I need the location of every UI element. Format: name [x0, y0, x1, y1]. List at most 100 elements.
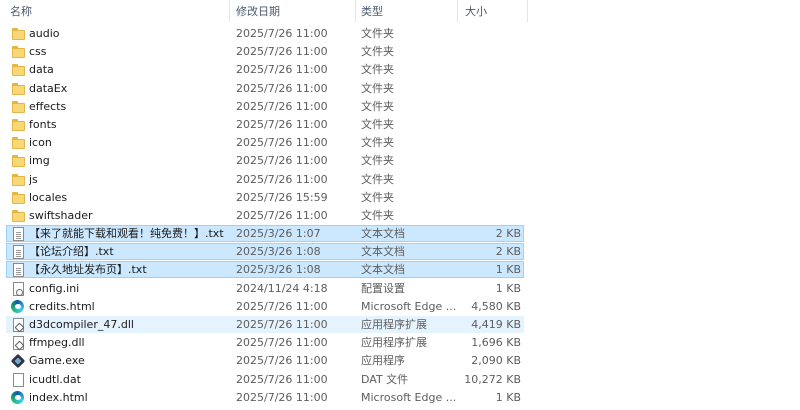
file-row[interactable]: swiftshader 2025/7/26 11:00 文件夹 [0, 207, 800, 225]
file-size [462, 116, 521, 134]
file-date: 2025/7/26 11:00 [236, 390, 328, 404]
file-type: 应用程序扩展 [361, 336, 427, 350]
file-name: credits.html [29, 299, 95, 313]
file-name: effects [29, 99, 67, 113]
file-row[interactable]: ffmpeg.dll 2025/7/26 11:00 应用程序扩展 1,696 KB [0, 334, 800, 352]
file-size [462, 80, 521, 98]
folder-icon [11, 154, 25, 168]
folder-icon [11, 118, 25, 132]
column-header-date[interactable]: 修改日期 [236, 3, 280, 21]
folder-icon [11, 45, 25, 59]
file-size [462, 152, 521, 170]
file-row[interactable]: audio 2025/7/26 11:00 文件夹 [0, 25, 800, 43]
file-row[interactable]: 【论坛介绍】.txt 2025/3/26 1:08 文本文档 2 KB [0, 243, 800, 261]
file-date: 2025/3/26 1:07 [236, 227, 321, 241]
file-row[interactable]: fonts 2025/7/26 11:00 文件夹 [0, 116, 800, 134]
column-header-size[interactable]: 大小 [465, 3, 487, 21]
file-name: swiftshader [29, 208, 93, 222]
file-name: config.ini [29, 281, 80, 295]
file-date: 2025/7/26 11:00 [236, 45, 328, 59]
column-divider[interactable] [355, 0, 356, 22]
file-row[interactable]: 【来了就能下载和观看！纯免费！】.txt 2025/3/26 1:07 文本文档 2 … [0, 225, 800, 243]
file-name: Game.exe [29, 354, 85, 368]
file-name: d3dcompiler_47.dll [29, 318, 134, 331]
file-size: 1 KB [495, 263, 521, 277]
file-row[interactable]: 【永久地址发布页】.txt 2025/3/26 1:08 文本文档 1 KB [0, 261, 800, 279]
file-date: 2025/7/26 11:00 [236, 154, 328, 168]
file-date: 2025/7/26 11:00 [236, 299, 328, 313]
file-type: 文本文档 [361, 245, 405, 259]
blank-file-icon [13, 372, 24, 387]
file-date: 2025/7/26 15:59 [236, 190, 328, 204]
file-type: 文件夹 [361, 190, 394, 204]
file-size: 1 KB [495, 390, 521, 404]
file-size [462, 98, 521, 116]
file-type: DAT 文件 [361, 372, 409, 386]
column-divider[interactable] [527, 0, 528, 22]
text-document-icon [13, 263, 24, 278]
file-date: 2025/7/26 11:00 [236, 63, 328, 77]
settings-file-icon [13, 281, 24, 296]
file-type: 文件夹 [361, 81, 394, 95]
folder-icon [11, 209, 25, 223]
file-type: 配置设置 [361, 281, 405, 295]
file-size [462, 61, 521, 79]
file-row[interactable]: img 2025/7/26 11:00 文件夹 [0, 152, 800, 170]
file-row[interactable]: data 2025/7/26 11:00 文件夹 [0, 61, 800, 79]
file-row[interactable]: effects 2025/7/26 11:00 文件夹 [0, 98, 800, 116]
edge-icon [11, 391, 24, 405]
file-size [462, 207, 521, 225]
file-name: img [29, 154, 50, 168]
file-size: 1,696 KB [471, 336, 521, 350]
file-name: icon [29, 136, 52, 150]
folder-icon [11, 82, 25, 96]
file-row[interactable]: dataEx 2025/7/26 11:00 文件夹 [0, 80, 800, 98]
file-date: 2024/11/24 4:18 [236, 281, 328, 295]
column-header-type[interactable]: 类型 [361, 3, 383, 21]
column-divider[interactable] [229, 0, 230, 22]
file-row[interactable]: locales 2025/7/26 15:59 文件夹 [0, 189, 800, 207]
file-date: 2025/7/26 11:00 [236, 117, 328, 131]
file-row[interactable]: index.html 2025/7/26 11:00 Microsoft Edge … [0, 389, 800, 407]
file-date: 2025/7/26 11:00 [236, 318, 328, 331]
file-type: 文件夹 [361, 154, 394, 168]
file-size: 2,090 KB [471, 354, 521, 368]
text-document-icon [13, 245, 24, 260]
file-row[interactable]: icon 2025/7/26 11:00 文件夹 [0, 134, 800, 152]
file-size [462, 189, 521, 207]
file-date: 2025/3/26 1:08 [236, 263, 321, 277]
file-row[interactable]: credits.html 2025/7/26 11:00 Microsoft Edg… [0, 298, 800, 316]
file-row[interactable]: Game.exe 2025/7/26 11:00 应用程序 2,090 KB [0, 352, 800, 370]
file-row[interactable]: d3dcompiler_47.dll 2025/7/26 11:00 应用程序扩展 4… [0, 316, 800, 334]
file-row[interactable]: icudtl.dat 2025/7/26 11:00 DAT 文件 10,272 KB [0, 371, 800, 389]
folder-icon [11, 191, 25, 205]
file-list: audio 2025/7/26 11:00 文件夹 css 2025/7/26 11:0… [0, 25, 800, 407]
file-size [462, 134, 521, 152]
folder-icon [11, 136, 25, 150]
file-name: 【来了就能下载和观看！纯免费！】.txt [29, 227, 224, 241]
file-name: icudtl.dat [29, 372, 81, 386]
file-date: 2025/7/26 11:00 [236, 208, 328, 222]
column-divider[interactable] [457, 0, 458, 22]
file-date: 2025/7/26 11:00 [236, 81, 328, 95]
file-type: 应用程序 [361, 354, 405, 368]
file-date: 2025/7/26 11:00 [236, 136, 328, 150]
folder-icon [11, 173, 25, 187]
column-header-name[interactable]: 名称 [10, 3, 32, 21]
file-row[interactable]: config.ini 2024/11/24 4:18 配置设置 1 KB [0, 280, 800, 298]
edge-icon [11, 300, 24, 314]
file-name: fonts [29, 117, 57, 131]
file-type: Microsoft Edge ... [361, 299, 457, 313]
file-type: 应用程序扩展 [361, 318, 427, 331]
file-size: 10,272 KB [464, 372, 521, 386]
file-name: dataEx [29, 81, 68, 95]
file-date: 2025/7/26 11:00 [236, 372, 328, 386]
file-type: 文件夹 [361, 172, 394, 186]
file-name: 【永久地址发布页】.txt [29, 263, 147, 277]
file-name: 【论坛介绍】.txt [29, 245, 114, 259]
file-name: data [29, 63, 54, 77]
file-row[interactable]: css 2025/7/26 11:00 文件夹 [0, 43, 800, 61]
file-row[interactable]: js 2025/7/26 11:00 文件夹 [0, 171, 800, 189]
file-size: 1 KB [495, 281, 521, 295]
file-type: 文件夹 [361, 136, 394, 150]
